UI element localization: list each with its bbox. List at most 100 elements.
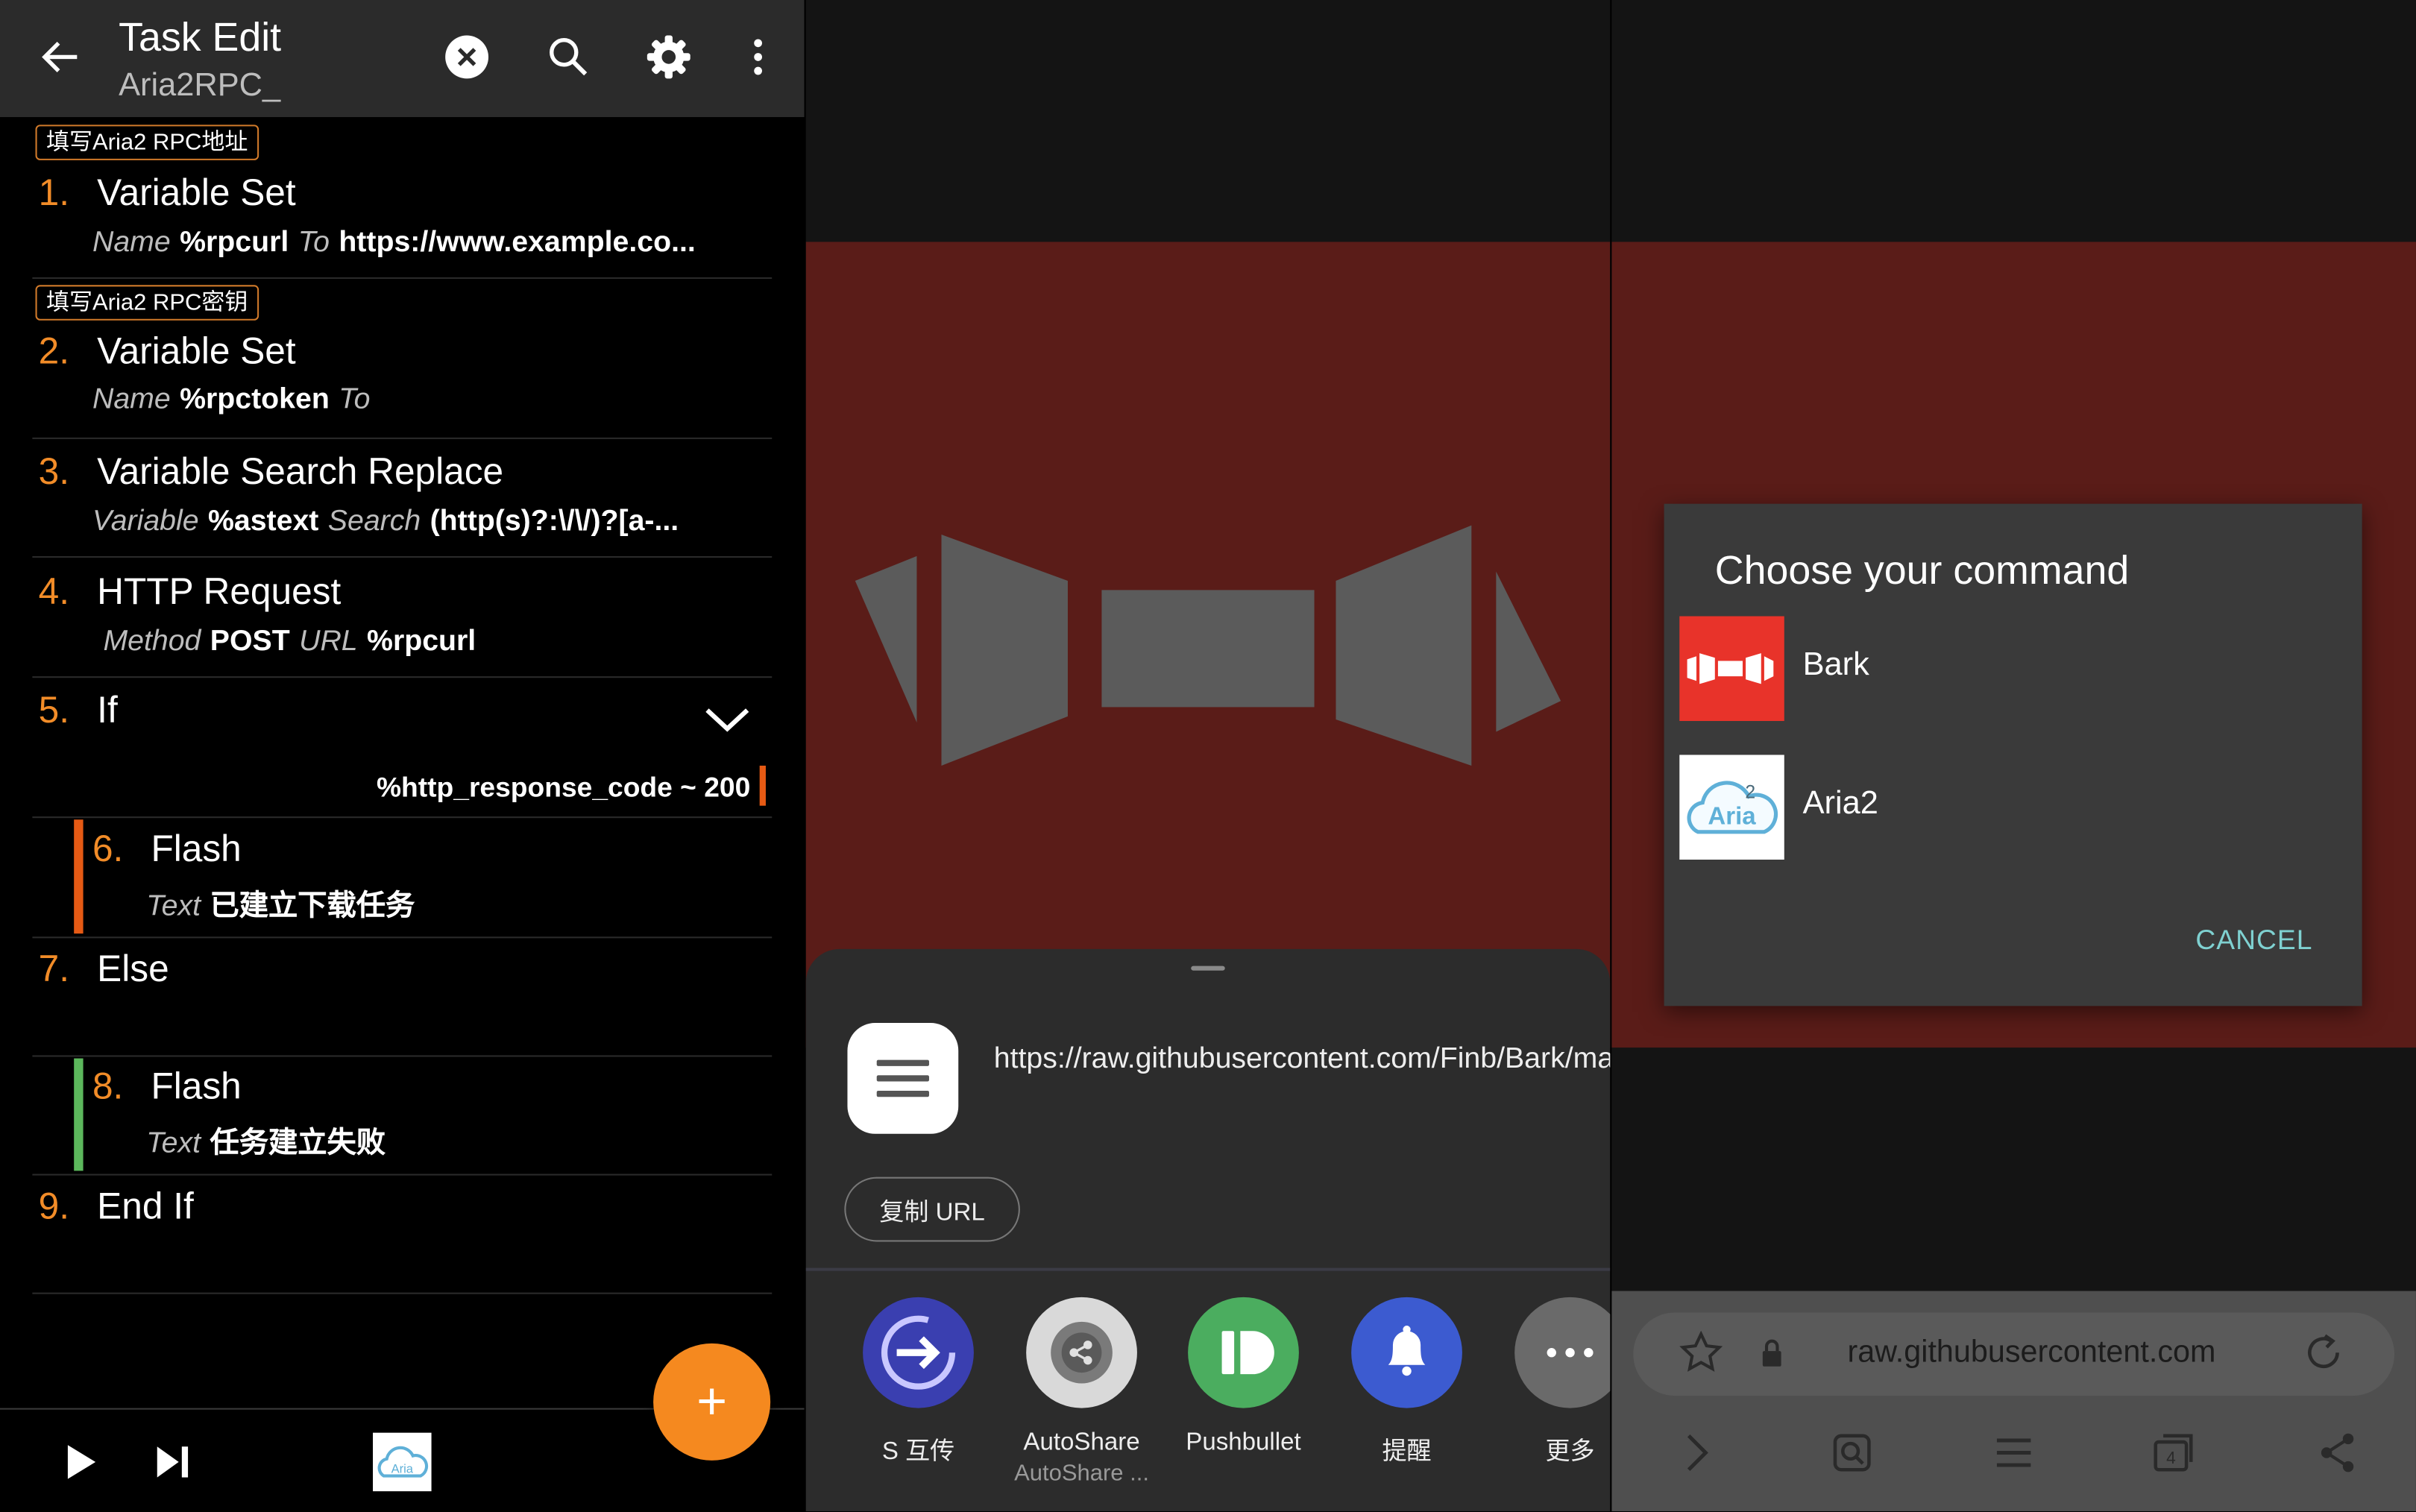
action-number: 9.	[38, 1186, 70, 1228]
action-name: Variable Set	[97, 172, 296, 215]
share-app-reminder[interactable]: 提醒	[1334, 1297, 1479, 1467]
action-params: Text 已建立下载任务	[146, 890, 415, 923]
app-label: Pushbullet	[1186, 1429, 1301, 1456]
action-params: Method POST URL %rpcurl	[103, 625, 476, 658]
lock-icon	[1762, 1339, 1781, 1367]
command-item-aria2[interactable]: Aria 2 Aria2	[1679, 755, 2357, 860]
pushbullet-icon	[1188, 1297, 1299, 1408]
action-row[interactable]: 3. Variable Search Replace Variable %aste…	[32, 438, 773, 558]
choose-command-dialog: Choose your command Bark Aria 2 Aria2 CAN…	[1664, 503, 2362, 1007]
menu-icon[interactable]	[1991, 1430, 2037, 1476]
aria-badge-text: Aria	[391, 1461, 414, 1475]
task-edit-panel: Task Edit Aria2RPC_ 填写Aria2 RPC地址 1. Var…	[0, 0, 805, 1512]
action-number: 5.	[38, 690, 70, 732]
action-name: End If	[97, 1186, 194, 1228]
bell-icon	[1351, 1297, 1462, 1408]
action-label-tag: 填写Aria2 RPC密钥	[35, 285, 259, 321]
browser-toolbar: raw.githubusercontent.com 4	[1611, 1291, 2416, 1512]
aria-version-text: 2	[1745, 782, 1755, 802]
address-bar[interactable]: raw.githubusercontent.com	[1633, 1312, 2395, 1396]
document-icon	[847, 1023, 959, 1134]
copy-url-button[interactable]: 复制 URL	[844, 1176, 1020, 1242]
app-bar: Task Edit Aria2RPC_	[0, 0, 805, 118]
command-label: Bark	[1802, 646, 1869, 683]
action-row[interactable]: 2. Variable Set Name %rpctoken To	[32, 321, 773, 439]
action-number: 7.	[38, 948, 70, 991]
share-sheet: https://raw.githubusercontent.com/Finb/B…	[805, 948, 1611, 1512]
app-sublabel: AutoShare ...	[1014, 1460, 1150, 1487]
page-title: Task Edit	[119, 13, 282, 60]
step-forward-icon[interactable]	[154, 1443, 192, 1481]
address-text: raw.githubusercontent.com	[1847, 1335, 2216, 1370]
action-name: Flash	[151, 1065, 242, 1108]
more-dots-icon	[1514, 1297, 1611, 1408]
aria-badge-text: Aria	[1708, 802, 1756, 830]
more-vertical-icon[interactable]	[732, 31, 784, 83]
tabs-icon[interactable]: 4	[2151, 1430, 2198, 1476]
search-icon[interactable]	[542, 31, 594, 83]
action-number: 8.	[92, 1065, 124, 1108]
action-row[interactable]: 5. If %http_response_code ~ 200	[32, 676, 773, 819]
if-condition: %http_response_code ~ 200	[376, 772, 751, 803]
divider	[805, 1267, 1611, 1271]
action-number: 4.	[38, 571, 70, 614]
app-label: AutoShare	[1023, 1429, 1140, 1456]
action-row[interactable]: 6. Flash Text 已建立下载任务	[32, 816, 773, 939]
transfer-arrow-icon	[863, 1297, 974, 1408]
command-label: Aria2	[1802, 785, 1878, 822]
star-icon[interactable]	[1679, 1331, 1723, 1374]
action-params: Name %rpcurl To https://www.example.co...	[92, 226, 696, 259]
chevron-down-icon[interactable]	[704, 704, 750, 734]
action-name: Variable Set	[97, 331, 296, 374]
action-row[interactable]: 9. End If	[32, 1174, 773, 1294]
action-name: Variable Search Replace	[97, 451, 504, 494]
autoshare-gear-icon	[1026, 1297, 1137, 1408]
command-panel: Choose your command Bark Aria 2 Aria2 CAN…	[1611, 0, 2416, 1512]
back-arrow-icon[interactable]	[37, 34, 84, 80]
action-params: Name %rpctoken To	[92, 383, 371, 416]
action-name: Else	[97, 948, 169, 991]
action-params: Text 任务建立失败	[146, 1127, 386, 1160]
action-number: 2.	[38, 331, 70, 374]
reload-icon[interactable]	[2302, 1331, 2345, 1374]
share-app-s-transfer[interactable]: S 互传	[846, 1297, 990, 1467]
shared-url: https://raw.githubusercontent.com/Finb/B…	[993, 1042, 1611, 1076]
share-icon[interactable]	[2315, 1430, 2361, 1476]
drag-handle[interactable]	[1191, 966, 1225, 971]
action-number: 3.	[38, 451, 70, 494]
app-label: 更多	[1545, 1438, 1595, 1466]
action-row[interactable]: 4. HTTP Request Method POST URL %rpcurl	[32, 556, 773, 678]
aria2-task-icon[interactable]: Aria	[373, 1432, 432, 1492]
tab-count: 4	[2166, 1448, 2176, 1467]
cancel-button[interactable]: CANCEL	[2195, 924, 2312, 957]
app-label: 提醒	[1382, 1438, 1432, 1466]
close-circle-icon[interactable]	[441, 31, 493, 83]
dialog-title: Choose your command	[1714, 546, 2130, 593]
bark-logo-icon	[855, 525, 1561, 766]
app-background	[805, 242, 1611, 1048]
action-row[interactable]: 7. Else	[32, 936, 773, 1057]
gear-icon[interactable]	[643, 31, 695, 83]
action-row[interactable]: 8. Flash Text 任务建立失败	[32, 1055, 773, 1176]
action-number: 6.	[92, 828, 124, 871]
share-app-autoshare[interactable]: AutoShare AutoShare ...	[1009, 1297, 1154, 1487]
action-number: 1.	[38, 172, 70, 215]
block-indent-bar	[74, 819, 84, 934]
aria2-cloud-icon: Aria 2	[1679, 755, 1784, 860]
command-item-bark[interactable]: Bark	[1679, 616, 2357, 722]
plus-icon: +	[696, 1373, 728, 1431]
bark-icon	[1679, 616, 1784, 722]
forward-icon[interactable]	[1673, 1430, 1720, 1476]
share-panel: https://raw.githubusercontent.com/Finb/B…	[805, 0, 1611, 1512]
action-params: Variable %astext Search (http(s)?:\/\/)?[a-…	[92, 505, 679, 538]
condition-marker	[759, 765, 766, 806]
block-indent-bar	[74, 1058, 84, 1171]
share-app-more[interactable]: 更多	[1497, 1297, 1611, 1467]
action-row[interactable]: 1. Variable Set Name %rpcurl To https://www…	[32, 160, 773, 280]
add-action-button[interactable]: +	[653, 1343, 771, 1461]
action-name: Flash	[151, 828, 242, 871]
action-name: If	[97, 690, 118, 732]
share-app-pushbullet[interactable]: Pushbullet	[1171, 1297, 1315, 1458]
find-in-page-icon[interactable]	[1829, 1430, 1875, 1476]
play-icon[interactable]	[65, 1442, 98, 1482]
